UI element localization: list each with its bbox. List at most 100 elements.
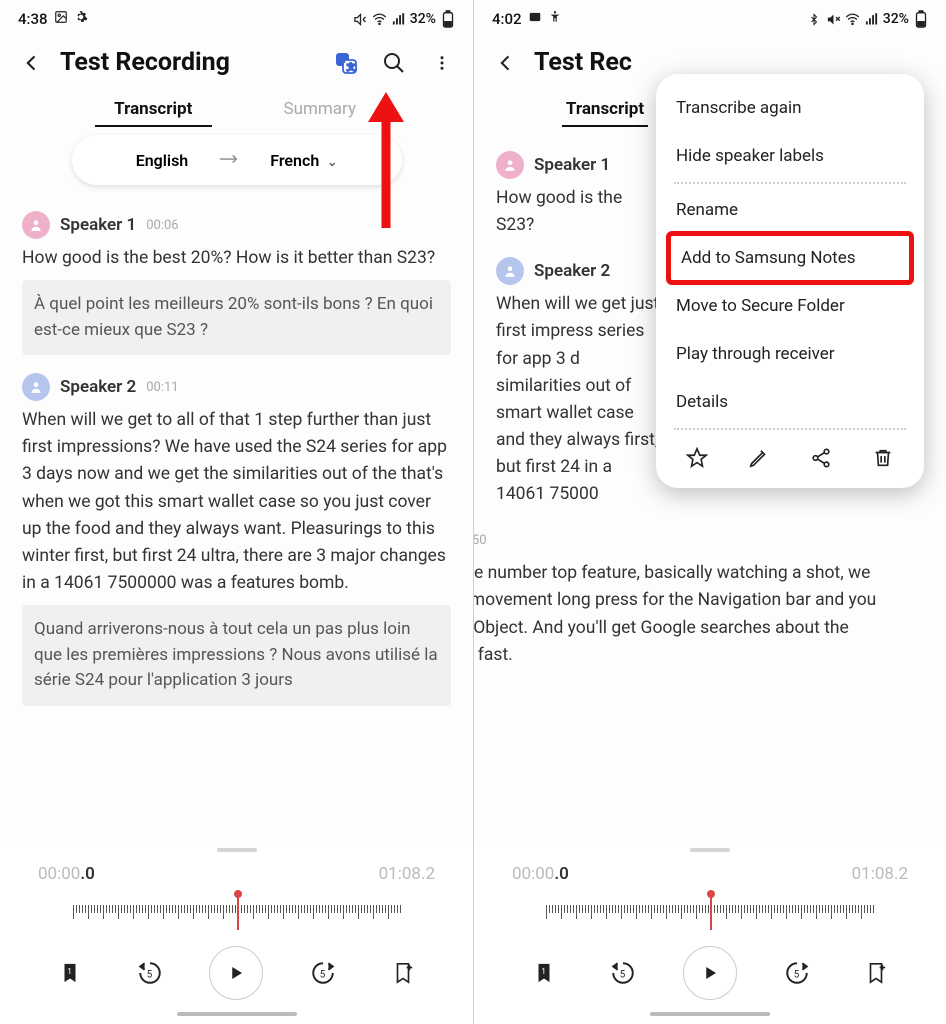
drag-handle[interactable] (690, 848, 730, 852)
add-bookmark-button[interactable] (383, 953, 423, 993)
timestamp: 00:50 (474, 533, 487, 548)
status-time: 4:38 (18, 10, 48, 28)
page-title: Test Rec (534, 48, 928, 77)
transcript-content: Speaker 1 00:06 How good is the best 20%… (0, 189, 473, 842)
speaker-name: Speaker 1 (60, 215, 136, 235)
search-icon[interactable] (381, 50, 407, 76)
utterance-text[interactable]: When will we get just first impress seri… (496, 291, 661, 508)
play-button[interactable] (683, 946, 737, 1000)
battery-icon (440, 12, 455, 27)
svg-text:5: 5 (620, 969, 626, 980)
tab-transcript[interactable]: Transcript (70, 91, 237, 129)
wifi-icon (372, 12, 387, 27)
phone-right: 4:02 32% Test Rec Transcript Speaker 1 H… (473, 0, 946, 1024)
waveform[interactable] (0, 892, 473, 932)
time-start: 00:00 (38, 864, 80, 884)
bookmark-button[interactable]: 1 (524, 953, 564, 993)
speaker-row: Speaker 2 00:50 (474, 526, 902, 554)
accessibility-icon (548, 10, 562, 28)
trash-icon[interactable] (869, 444, 897, 472)
speaker-row: Speaker 1 00:06 (22, 211, 451, 239)
menu-divider (674, 182, 906, 184)
speaker-name: Speaker 2 (60, 377, 136, 397)
play-button[interactable] (209, 946, 263, 1000)
avatar (22, 373, 50, 401)
timestamp: 00:06 (146, 218, 178, 233)
tabs: Transcript Summary (0, 85, 473, 129)
menu-rename[interactable]: Rename (656, 186, 924, 234)
status-bar: 4:38 32% (0, 0, 473, 34)
utterance-text[interactable]: When will we get to all of that 1 step f… (22, 407, 451, 597)
rewind-5-button[interactable]: 5 (130, 953, 170, 993)
pencil-icon[interactable] (745, 444, 773, 472)
language-selector[interactable]: English French ⌄ (72, 135, 402, 185)
header: Test Recording A文 (0, 34, 473, 85)
speaker-name: Speaker 1 (534, 155, 610, 175)
rewind-5-button[interactable]: 5 (603, 953, 643, 993)
player-bar: 00:00.0 01:08.2 1 5 5 (0, 842, 473, 1024)
wifi-icon (845, 12, 860, 27)
playhead[interactable] (237, 894, 239, 930)
utterance-text[interactable]: Yet another well the number top feature,… (474, 560, 902, 669)
back-button[interactable] (492, 49, 520, 77)
playhead[interactable] (710, 894, 712, 930)
svg-text:1: 1 (541, 967, 546, 977)
gear-icon (74, 10, 88, 28)
player-bar: 00:00.0 01:08.2 1 5 5 (474, 842, 946, 1024)
avatar (496, 151, 524, 179)
star-icon[interactable] (683, 444, 711, 472)
arrow-right-icon (218, 151, 240, 170)
add-bookmark-button[interactable] (856, 953, 896, 993)
bluetooth-icon (807, 12, 822, 27)
tab-summary[interactable]: Summary (237, 91, 404, 129)
svg-text:A: A (339, 55, 345, 64)
speaker-name: Speaker 2 (534, 261, 610, 281)
translation-text: Quand arriverons-nous à tout cela un pas… (22, 605, 451, 706)
time-start: 00:00 (512, 864, 554, 884)
lang-to: French (270, 151, 319, 170)
utterance-text[interactable]: How good is the S23? (496, 185, 661, 239)
bookmark-button[interactable]: 1 (50, 953, 90, 993)
menu-add-samsung-notes[interactable]: Add to Samsung Notes (666, 231, 914, 285)
more-icon[interactable] (429, 50, 455, 76)
options-menu: Transcribe again Hide speaker labels Ren… (656, 74, 924, 488)
mute-icon (353, 12, 368, 27)
card-icon (528, 10, 542, 28)
svg-text:1: 1 (67, 967, 72, 977)
signal-icon (391, 12, 406, 27)
menu-divider (674, 428, 906, 430)
avatar (496, 257, 524, 285)
chevron-down-icon: ⌄ (327, 155, 337, 169)
menu-transcribe-again[interactable]: Transcribe again (656, 84, 924, 132)
time-end: 01:08.2 (852, 864, 908, 884)
image-icon (54, 10, 68, 28)
waveform[interactable] (474, 892, 946, 932)
speaker-row: Speaker 2 00:11 (22, 373, 451, 401)
home-indicator[interactable] (177, 1012, 297, 1016)
svg-text:5: 5 (320, 969, 326, 980)
forward-5-button[interactable]: 5 (777, 953, 817, 993)
svg-text:文: 文 (347, 62, 356, 72)
forward-5-button[interactable]: 5 (303, 953, 343, 993)
menu-details[interactable]: Details (656, 378, 924, 426)
translation-text: À quel point les meilleurs 20% sont-ils … (22, 280, 451, 355)
back-button[interactable] (18, 49, 46, 77)
signal-icon (864, 12, 879, 27)
battery-pct: 32% (883, 11, 909, 27)
menu-play-through-receiver[interactable]: Play through receiver (656, 330, 924, 378)
lang-from: English (136, 151, 189, 170)
phone-left: 4:38 32% Test Recording A文 (0, 0, 473, 1024)
home-indicator[interactable] (650, 1012, 770, 1016)
menu-move-secure-folder[interactable]: Move to Secure Folder (656, 282, 924, 330)
page-title: Test Recording (60, 48, 319, 77)
translate-icon[interactable]: A文 (333, 50, 359, 76)
status-time: 4:02 (492, 10, 522, 28)
svg-text:5: 5 (793, 969, 799, 980)
utterance-text[interactable]: How good is the best 20%? How is it bett… (22, 245, 451, 272)
battery-pct: 32% (410, 11, 436, 27)
tab-transcript[interactable]: Transcript (544, 91, 666, 129)
timestamp: 00:11 (146, 380, 178, 395)
share-icon[interactable] (807, 444, 835, 472)
drag-handle[interactable] (217, 848, 257, 852)
menu-hide-speaker-labels[interactable]: Hide speaker labels (656, 132, 924, 180)
